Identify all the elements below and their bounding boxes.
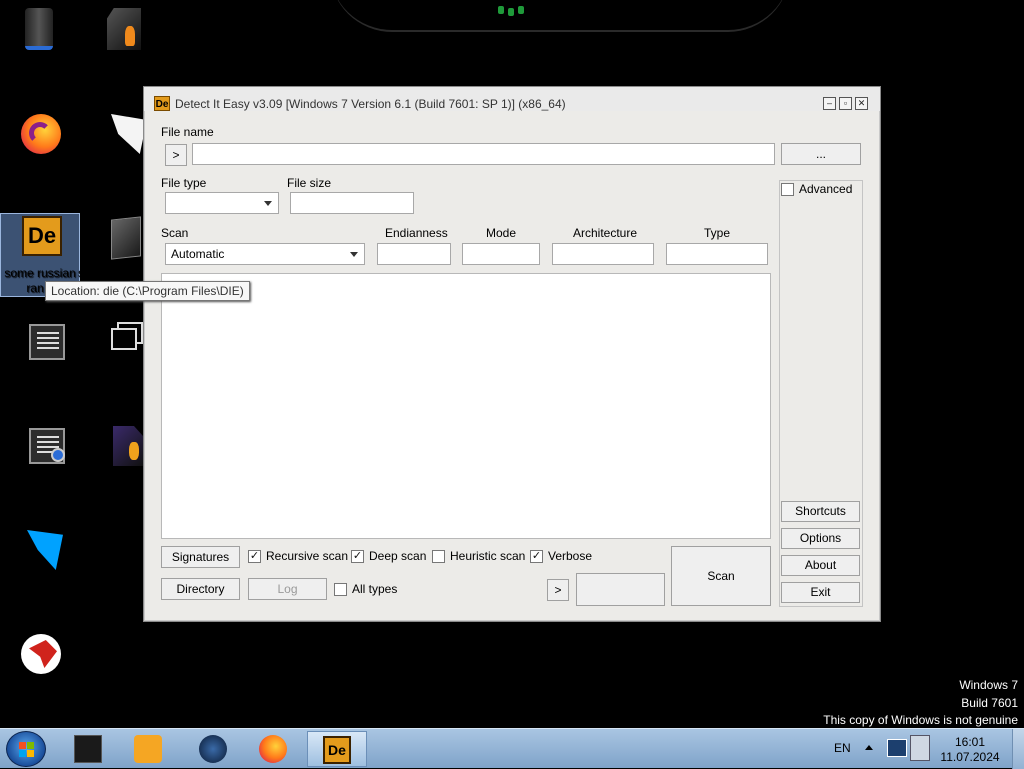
next-button[interactable]: > (547, 579, 569, 601)
watermark-line1: Windows 7 (959, 678, 1018, 692)
show-desktop-button[interactable] (1012, 729, 1024, 769)
firefox-icon (15, 110, 63, 158)
taskbar: De EN 16:01 11.07.2024 (0, 728, 1024, 769)
crash-log-icon (15, 422, 65, 470)
firefox-icon (259, 735, 287, 763)
desktop-icon-recycle-bin[interactable]: Recycle Bin (0, 6, 78, 72)
roblox-icon (93, 110, 147, 158)
taskbar-item-media-player[interactable] (120, 731, 176, 767)
chevron-down-icon (350, 252, 358, 257)
notification-icon[interactable] (910, 735, 930, 761)
desktop-icon-roblox-studio[interactable]: Roblox Studio (0, 526, 78, 592)
media-player-icon (134, 735, 162, 763)
options-button[interactable]: Options (781, 528, 860, 549)
die-app-icon: De (323, 736, 351, 764)
clock[interactable]: 16:01 11.07.2024 (930, 735, 1010, 765)
deep-scan-checkbox[interactable]: ✓ Deep scan (351, 549, 426, 563)
runelite-icon (93, 6, 141, 54)
endianness-field[interactable] (377, 243, 451, 265)
clock-date: 11.07.2024 (940, 750, 1000, 764)
watermark-line3: This copy of Windows is not genuine (823, 713, 1018, 727)
chevron-down-icon (264, 201, 272, 206)
roblox-studio-icon (15, 526, 63, 574)
desktop-icon-unknown[interactable]: none of you retards kno... (0, 630, 78, 711)
clock-time: 16:01 (954, 735, 986, 749)
action-center-icon[interactable] (887, 739, 907, 757)
taskbar-item-app[interactable] (185, 731, 241, 767)
architecture-field[interactable] (552, 243, 654, 265)
close-button[interactable]: ✕ (855, 97, 868, 110)
file-size-field[interactable] (290, 192, 414, 214)
progress-box (576, 573, 665, 606)
desktop-icon-fakeplorer[interactable]: fakeplorer.exe (0, 318, 78, 384)
folder-icon (93, 214, 141, 262)
die-app-icon: De (16, 214, 64, 262)
start-button[interactable] (6, 731, 46, 767)
file-size-label: File size (287, 176, 332, 190)
desktop-icon-runelite[interactable]: RuneLite (78, 6, 156, 72)
taskbar-item-firefox[interactable] (245, 731, 301, 767)
title-bar[interactable]: De Detect It Easy v3.09 [Windows 7 Versi… (144, 87, 880, 111)
type-label: Type (704, 226, 731, 240)
file-name-field[interactable] (192, 143, 775, 165)
signatures-button[interactable]: Signatures (161, 546, 240, 568)
minimize-button[interactable]: – (823, 97, 836, 110)
type-field[interactable] (666, 243, 768, 265)
document-window-icon (15, 318, 65, 366)
advanced-checkbox-box[interactable] (781, 182, 794, 196)
windows-logo-icon (19, 742, 35, 758)
all-types-checkbox-box[interactable] (334, 582, 347, 596)
taskbar-item-explorer[interactable] (60, 731, 116, 767)
wallpaper-lights (498, 4, 528, 18)
taskbar-item-die[interactable]: De (307, 731, 367, 767)
scan-button[interactable]: Scan (671, 546, 771, 606)
mode-label: Mode (486, 226, 517, 240)
check-icon[interactable]: ✓ (530, 549, 543, 563)
red-arrow-icon (15, 630, 63, 678)
browse-button[interactable]: ... (781, 143, 861, 165)
recycle-bin-icon (15, 6, 63, 54)
die-window[interactable]: De Detect It Easy v3.09 [Windows 7 Versi… (143, 86, 881, 622)
wallpaper-arc (330, 0, 790, 32)
window-title: Detect It Easy v3.09 [Windows 7 Version … (175, 97, 566, 111)
app-icon: De (154, 96, 170, 111)
log-button[interactable]: Log (248, 578, 327, 600)
desktop-icon-wcrash[interactable]: wcrash-loo... (0, 422, 78, 488)
file-type-label: File type (161, 176, 207, 190)
directory-button[interactable]: Directory (161, 578, 240, 600)
about-button[interactable]: About (781, 555, 860, 576)
recursive-scan-checkbox[interactable]: ✓ Recursive scan (248, 549, 348, 563)
watermark-line2: Build 7601 (961, 696, 1018, 710)
language-indicator[interactable]: EN (834, 741, 851, 755)
check-icon[interactable]: ✓ (248, 549, 261, 563)
globe-app-icon (199, 735, 227, 763)
advanced-checkbox[interactable]: Advanced (781, 182, 852, 196)
shortcuts-button[interactable]: Shortcuts (781, 501, 860, 522)
heuristic-scan-checkbox[interactable]: Heuristic scan (432, 549, 525, 563)
endianness-label: Endianness (385, 226, 448, 240)
vm-file-icon (93, 422, 143, 470)
maximize-button[interactable]: ▫ (839, 97, 852, 110)
result-output[interactable] (161, 273, 771, 539)
location-tooltip: Location: die (C:\Program Files\DIE) (45, 281, 250, 301)
open-file-button[interactable]: > (165, 144, 187, 166)
architecture-label: Architecture (573, 226, 638, 240)
scan-label: Scan (161, 226, 189, 240)
desktop-icon-firefox[interactable]: Firefox (0, 110, 78, 176)
windows-stack-icon (93, 318, 143, 366)
all-types-checkbox[interactable]: All types (334, 582, 397, 596)
heuristic-checkbox-box[interactable] (432, 549, 445, 563)
mode-field[interactable] (462, 243, 540, 265)
check-icon[interactable]: ✓ (351, 549, 364, 563)
verbose-checkbox[interactable]: ✓ Verbose (530, 549, 592, 563)
explorer-icon (74, 735, 102, 763)
exit-button[interactable]: Exit (781, 582, 860, 603)
file-type-select[interactable] (165, 192, 279, 214)
file-name-label: File name (161, 125, 214, 139)
show-hidden-icons[interactable] (865, 745, 873, 750)
scan-mode-select[interactable]: Automatic (165, 243, 365, 265)
